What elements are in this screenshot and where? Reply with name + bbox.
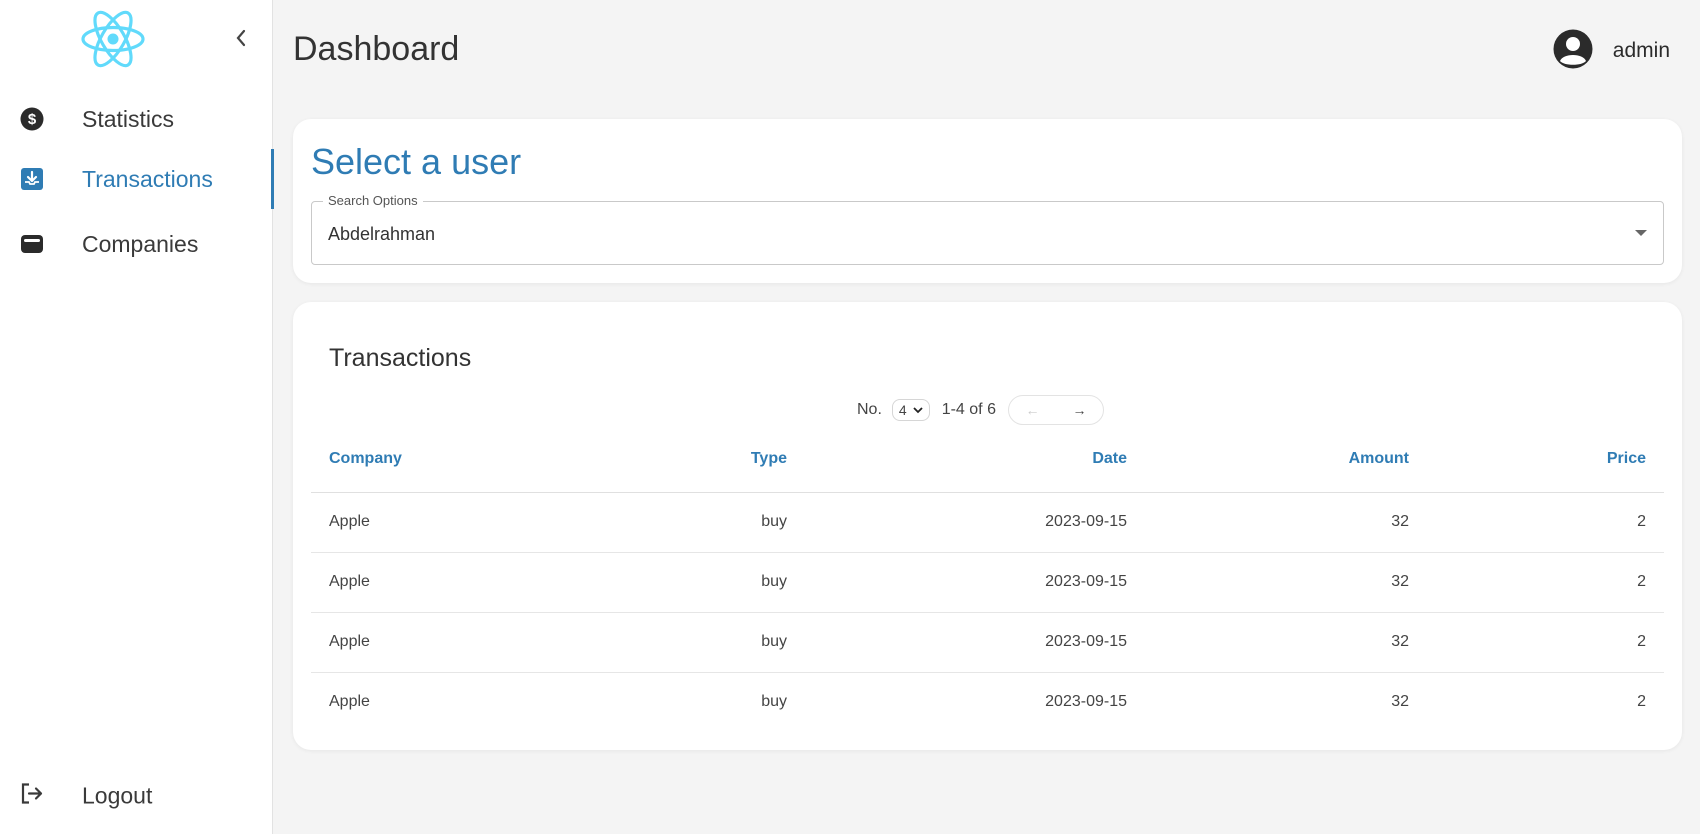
cell-amount: 32	[1391, 693, 1409, 711]
pager-range: 1-4 of 6	[941, 401, 996, 418]
table-row: Apple buy 2023-09-15 32 2	[311, 552, 1664, 613]
sidebar: $ Statistics Transactions Companies Logo…	[0, 0, 274, 834]
sidebar-item-transactions[interactable]: Transactions	[0, 149, 274, 209]
wallet-icon	[19, 231, 45, 257]
table-row: Apple buy 2023-09-15 32 2	[311, 492, 1664, 553]
sidebar-item-companies[interactable]: Companies	[0, 214, 273, 274]
transactions-card: Transactions No. 4 1-4 of 6 ← → Company …	[293, 302, 1682, 750]
cell-price: 2	[1637, 693, 1646, 711]
inbox-download-icon	[19, 166, 45, 192]
cell-amount: 32	[1145, 612, 1427, 673]
username: admin	[1612, 39, 1670, 62]
next-page-button[interactable]: →	[1072, 402, 1086, 418]
cell-type: buy	[571, 492, 805, 553]
react-logo-icon	[80, 8, 146, 70]
cell-price: 2	[1427, 612, 1664, 673]
table-row: Apple buy 2023-09-15 32 2	[311, 612, 1664, 673]
column-header-company[interactable]: Company	[311, 426, 571, 493]
dropdown-arrow-icon[interactable]	[1635, 230, 1647, 236]
collapse-sidebar-button[interactable]	[230, 24, 252, 52]
pagination: No. 4 1-4 of 6 ← →	[857, 394, 1104, 426]
dollar-circle-icon: $	[19, 106, 45, 132]
sidebar-item-label: Companies	[82, 230, 199, 257]
pager-nav: ← →	[1007, 395, 1104, 425]
cell-date: 2023-09-15	[805, 552, 1145, 613]
sidebar-item-statistics[interactable]: $ Statistics	[0, 89, 273, 149]
cell-price: 2	[1427, 552, 1664, 613]
user-menu[interactable]: admin	[1553, 28, 1670, 74]
pager-label: No.	[857, 401, 882, 418]
sidebar-item-label: Statistics	[82, 105, 175, 132]
user-search-select[interactable]: Search Options Abdelrahman	[311, 193, 1664, 265]
cell-date: 2023-09-15	[805, 492, 1145, 553]
cell-company: Apple	[311, 492, 571, 553]
cell-type: buy	[571, 612, 805, 673]
page-title: Dashboard	[293, 30, 460, 68]
select-user-card: Select a user Search Options Abdelrahman	[293, 119, 1682, 283]
logout-label: Logout	[82, 782, 153, 809]
cell-date: 2023-09-15	[1045, 693, 1127, 711]
select-user-title: Select a user	[311, 141, 522, 182]
chevron-left-icon	[236, 29, 246, 47]
transactions-title: Transactions	[329, 344, 472, 372]
user-avatar-icon	[1553, 29, 1593, 74]
cell-price: 2	[1427, 492, 1664, 553]
column-header-type[interactable]: Type	[571, 426, 805, 493]
table-header-row: Company Type Date Amount Price	[311, 426, 1664, 493]
transactions-table: Company Type Date Amount Price Apple buy…	[311, 426, 1664, 732]
chevron-down-icon	[913, 406, 923, 413]
search-options-label: Search Options	[323, 193, 423, 208]
sidebar-item-label: Transactions	[82, 165, 213, 192]
logout-icon	[19, 782, 45, 811]
cell-date: 2023-09-15	[805, 612, 1145, 673]
svg-text:$: $	[28, 111, 37, 128]
cell-company: Apple	[329, 693, 370, 711]
cell-amount: 32	[1145, 552, 1427, 613]
logout-button[interactable]: Logout	[0, 766, 273, 826]
cell-type: buy	[571, 552, 805, 613]
rows-per-page-value: 4	[898, 402, 907, 418]
cell-amount: 32	[1145, 492, 1427, 553]
cell-type: buy	[761, 693, 787, 711]
prev-page-button[interactable]: ←	[1025, 402, 1039, 418]
column-header-amount[interactable]: Amount	[1145, 426, 1427, 493]
cell-company: Apple	[311, 612, 571, 673]
rows-per-page-select[interactable]: 4	[891, 399, 930, 421]
column-header-date[interactable]: Date	[805, 426, 1145, 493]
selected-user-value: Abdelrahman	[328, 224, 436, 244]
column-header-price[interactable]: Price	[1427, 426, 1664, 493]
table-row: Apple buy 2023-09-15 32 2	[311, 672, 1664, 732]
cell-company: Apple	[311, 552, 571, 613]
